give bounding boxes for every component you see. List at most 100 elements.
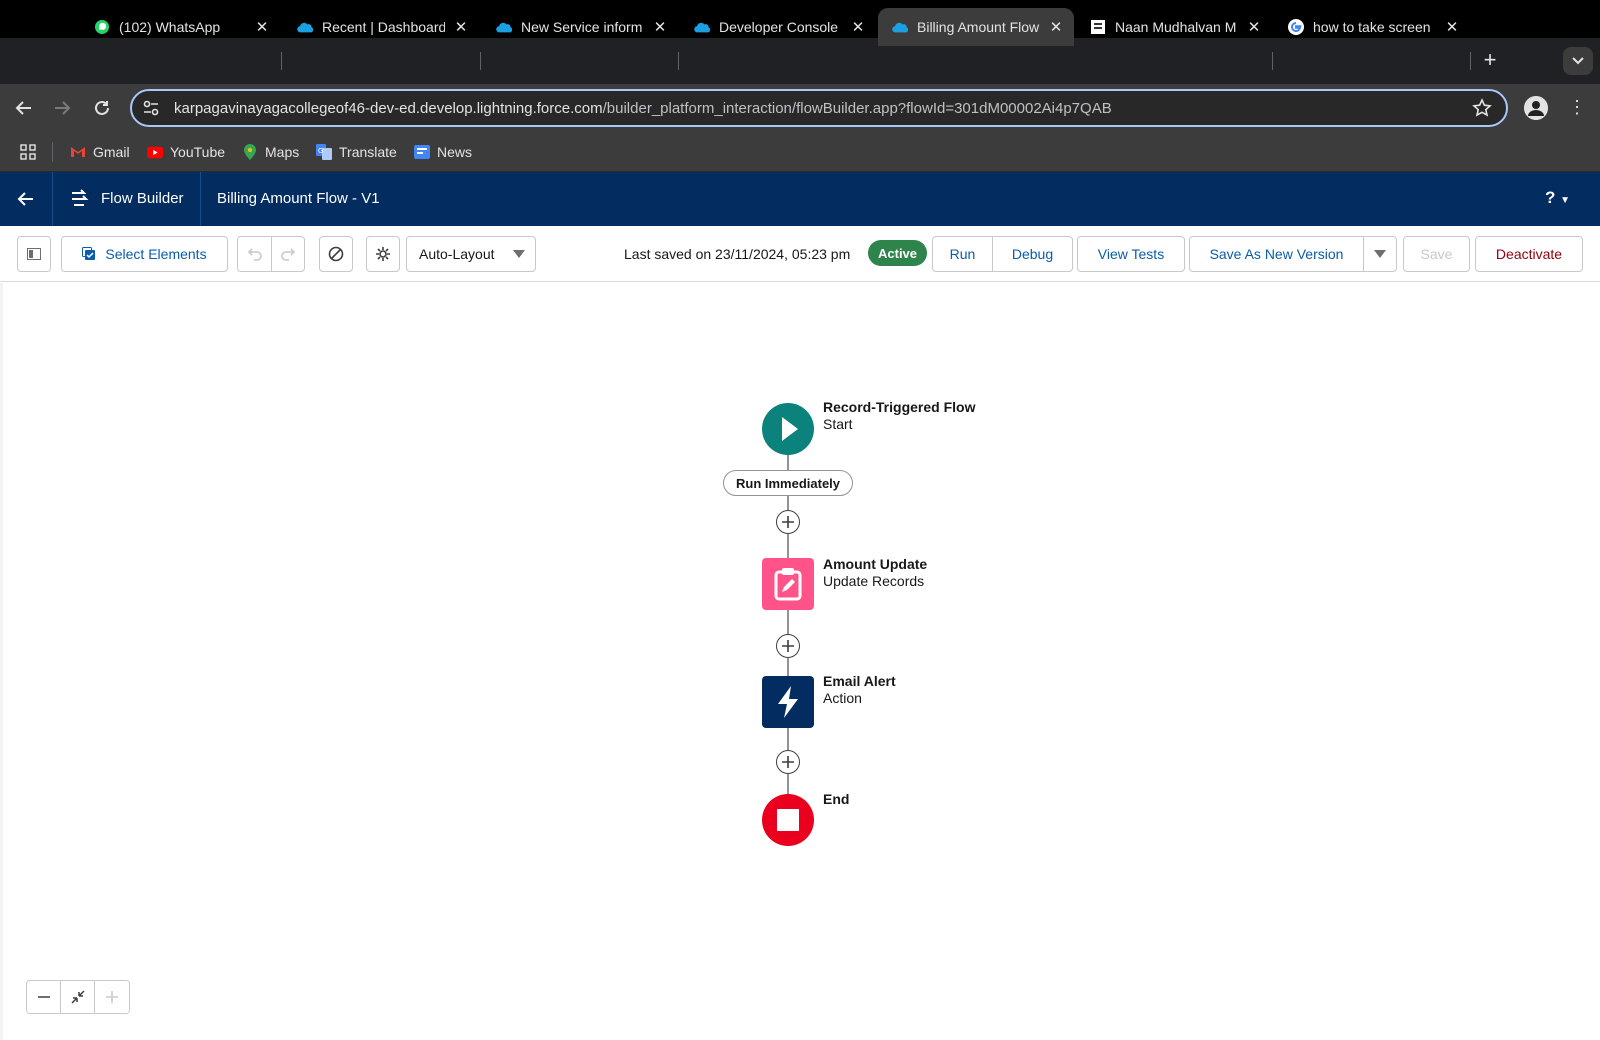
caret-down-icon	[1374, 250, 1386, 258]
browser-tab-recent-dashboard[interactable]: Recent | Dashboard ✕	[283, 8, 479, 46]
zoom-in-button[interactable]	[95, 981, 129, 1013]
close-icon[interactable]: ✕	[1048, 18, 1064, 36]
tab-divider	[678, 52, 679, 70]
action-node[interactable]	[762, 676, 814, 728]
add-element-button[interactable]	[776, 510, 800, 534]
deactivate-button[interactable]: Deactivate	[1475, 236, 1583, 272]
close-icon[interactable]: ✕	[652, 18, 668, 36]
header-divider	[52, 172, 53, 226]
flow-canvas[interactable]	[0, 283, 1600, 1040]
view-tests-button[interactable]: View Tests	[1077, 236, 1185, 272]
forward-button[interactable]	[48, 94, 76, 122]
contract-icon	[70, 990, 85, 1004]
chevron-down-icon	[1572, 57, 1584, 65]
minus-icon	[37, 996, 50, 998]
bookmark-translate[interactable]: G Translate	[316, 142, 397, 162]
apps-button[interactable]	[20, 142, 36, 162]
reload-button[interactable]	[88, 94, 116, 122]
close-icon[interactable]: ✕	[850, 18, 866, 36]
new-tab-button[interactable]: +	[1476, 47, 1504, 75]
disable-button[interactable]	[319, 236, 353, 272]
update-records-node[interactable]	[762, 558, 814, 610]
browser-tab-developer-console[interactable]: Developer Console ✕	[680, 8, 876, 46]
path-label[interactable]: Run Immediately	[723, 470, 853, 496]
flow-builder-header: Flow Builder Billing Amount Flow - V1 ? …	[0, 172, 1600, 226]
settings-button[interactable]	[366, 236, 400, 272]
run-button[interactable]: Run	[932, 236, 993, 272]
bookmark-news[interactable]: News	[414, 142, 472, 162]
start-node-subtitle: Start	[823, 416, 853, 432]
layout-mode-select[interactable]: Auto-Layout	[406, 236, 536, 272]
save-button[interactable]: Save	[1403, 236, 1470, 272]
browser-menu-button[interactable]: ⋮	[1568, 96, 1586, 120]
browser-tab-billing-amount-flow[interactable]: Billing Amount Flow ✕	[878, 8, 1074, 46]
help-menu-button[interactable]: ? ▼	[1545, 188, 1570, 208]
bookmark-gmail[interactable]: Gmail	[70, 142, 130, 162]
zoom-out-button[interactable]	[27, 981, 61, 1013]
browser-tab-new-service[interactable]: New Service inform ✕	[482, 8, 678, 46]
maps-icon	[242, 144, 258, 160]
add-element-button[interactable]	[776, 634, 800, 658]
select-elements-button[interactable]: Select Elements	[61, 236, 228, 272]
site-settings-icon[interactable]	[142, 99, 160, 117]
debug-button[interactable]: Debug	[992, 236, 1073, 272]
start-node[interactable]	[762, 403, 814, 455]
toggle-panel-button[interactable]	[17, 236, 51, 272]
browser-tab-naan-mudhalvan[interactable]: Naan Mudhalvan M ✕	[1076, 8, 1272, 46]
close-icon[interactable]: ✕	[254, 18, 270, 36]
news-icon	[414, 144, 430, 160]
bookmark-star-icon[interactable]	[1472, 98, 1492, 118]
back-button[interactable]	[10, 94, 38, 122]
save-label: Save	[1420, 246, 1453, 262]
save-as-new-version-button[interactable]: Save As New Version	[1189, 236, 1364, 272]
tab-search-button[interactable]	[1563, 47, 1593, 75]
bookmark-label: Gmail	[93, 144, 130, 160]
node-title: Amount Update	[823, 556, 928, 572]
help-icon: ?	[1545, 188, 1556, 207]
plus-icon	[782, 516, 794, 528]
bookmark-maps[interactable]: Maps	[242, 142, 299, 162]
redo-icon[interactable]	[280, 246, 296, 265]
select-elements-label: Select Elements	[105, 246, 207, 262]
tab-title: (102) WhatsApp	[119, 19, 221, 35]
last-saved-text: Last saved on 23/11/2024, 05:23 pm	[624, 246, 851, 262]
profile-avatar[interactable]	[1524, 96, 1548, 120]
tab-title: Developer Console	[719, 19, 839, 35]
fit-view-button[interactable]	[61, 981, 95, 1013]
browser-tab-google-search[interactable]: how to take screen ✕	[1274, 8, 1470, 46]
salesforce-cloud-icon	[694, 19, 710, 35]
select-icon	[82, 247, 96, 260]
start-node-label: Record-Triggered Flow Start	[823, 399, 975, 433]
close-icon[interactable]: ✕	[1444, 18, 1460, 36]
address-bar[interactable]: karpagavinayagacollegeof46-dev-ed.develo…	[130, 89, 1508, 127]
connector-line	[787, 496, 789, 510]
bookmark-youtube[interactable]: YouTube	[147, 142, 225, 162]
header-divider	[200, 172, 201, 226]
connector-line	[787, 658, 789, 676]
tab-divider	[1470, 52, 1471, 70]
end-node[interactable]	[762, 794, 814, 846]
connector-line	[787, 610, 789, 634]
add-element-button[interactable]	[776, 750, 800, 774]
whatsapp-icon	[94, 19, 110, 35]
url-host: karpagavinayagacollegeof46-dev-ed.develo…	[174, 99, 603, 117]
arrow-left-icon	[15, 101, 31, 115]
tab-title: Naan Mudhalvan M	[1115, 19, 1237, 35]
close-icon[interactable]: ✕	[453, 18, 469, 36]
apps-grid-icon	[20, 144, 36, 160]
back-to-setup-button[interactable]	[14, 187, 38, 211]
bookmarks-bar: Gmail YouTube Maps G Translate News	[0, 132, 1600, 172]
debug-label: Debug	[1011, 246, 1054, 262]
node-subtitle: Action	[823, 690, 862, 706]
plus-icon	[782, 756, 794, 768]
save-menu-button[interactable]	[1363, 236, 1397, 272]
svg-text:G: G	[318, 147, 323, 155]
undo-icon[interactable]	[247, 246, 263, 265]
end-node-title: End	[823, 791, 850, 807]
arrow-right-icon	[55, 101, 71, 115]
layout-mode-value: Auto-Layout	[419, 246, 495, 262]
canvas-edge	[0, 283, 3, 1040]
bookmark-label: News	[437, 144, 473, 160]
browser-tab-whatsapp[interactable]: (102) WhatsApp ✕	[80, 8, 280, 46]
close-icon[interactable]: ✕	[1246, 18, 1262, 36]
